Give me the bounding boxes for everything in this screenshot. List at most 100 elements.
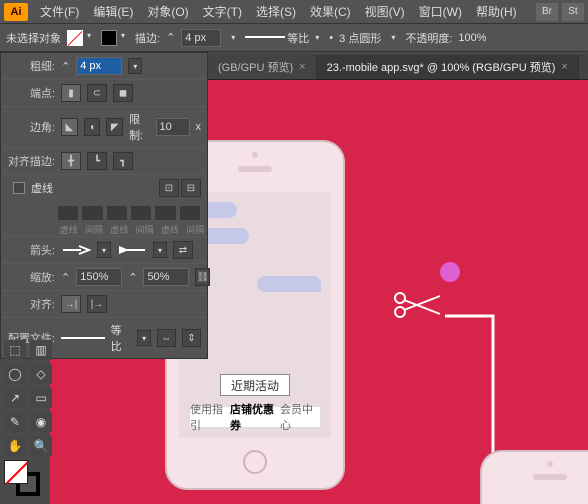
bridge-icon[interactable]: Br (536, 3, 558, 21)
limit-input[interactable] (156, 118, 190, 136)
fill-stroke-indicator[interactable] (4, 460, 44, 500)
arrow-align-end-icon[interactable]: |→ (87, 295, 107, 313)
align-inside-icon[interactable]: ┗ (87, 152, 107, 170)
eyedropper-tool-icon[interactable]: ✎ (4, 412, 26, 432)
dash-preserve-icon[interactable]: ⊡ (159, 179, 179, 197)
chat-bubble (257, 276, 321, 292)
stroke-width-input[interactable] (181, 29, 221, 47)
profile-dd[interactable]: ▾ (137, 330, 150, 346)
menu-effect[interactable]: 效果(C) (304, 1, 357, 22)
opacity-label: 不透明度: (405, 30, 452, 46)
menu-object[interactable]: 对象(O) (141, 1, 194, 22)
cap-square-icon[interactable]: ◼ (113, 84, 133, 102)
type-tool-icon[interactable]: ↗ (4, 388, 26, 408)
scale-stepper[interactable]: ⌃ (61, 271, 70, 284)
home-button-icon (243, 450, 267, 474)
phone-sensor (547, 461, 553, 467)
tab-close-icon[interactable]: × (561, 61, 567, 73)
lasso-tool-icon[interactable]: ◯ (4, 364, 26, 384)
fill-dropdown[interactable]: ▾ (83, 30, 95, 42)
stroke-style-dd[interactable]: ▾ (311, 32, 323, 44)
opacity-value[interactable]: 100% (458, 32, 486, 44)
align-center-icon[interactable]: ╋ (61, 152, 81, 170)
shape-tool-icon[interactable]: ◇ (30, 364, 52, 384)
fill-color-box[interactable] (4, 460, 28, 484)
corner-miter-icon[interactable]: ◣ (61, 118, 78, 136)
nav-coupon[interactable]: 店铺优惠券 (230, 401, 280, 433)
zoom-tool-icon[interactable]: 🔍 (30, 436, 52, 456)
gap-input[interactable] (179, 205, 201, 221)
promo-button[interactable]: 近期活动 (220, 374, 290, 396)
swap-arrows-icon[interactable]: ⇄ (173, 241, 193, 259)
scale-start-input[interactable] (76, 268, 122, 286)
cap-label: 端点: (7, 85, 55, 101)
profile-type: 等比 (111, 322, 132, 354)
scale-end-input[interactable] (143, 268, 189, 286)
anchor-point[interactable] (440, 262, 460, 282)
corner-label: 边角: (7, 119, 55, 135)
gap-input[interactable] (81, 205, 103, 221)
arrow-start-dd[interactable]: ▾ (97, 242, 111, 258)
menu-help[interactable]: 帮助(H) (470, 1, 523, 22)
arrow-align-tip-icon[interactable]: →| (61, 295, 81, 313)
stroke-swatch[interactable] (101, 30, 117, 46)
weight-stepper[interactable]: ⌃ (61, 60, 70, 73)
menu-select[interactable]: 选择(S) (250, 1, 302, 22)
dashed-label: 虚线 (31, 180, 53, 196)
weight-label: 粗细: (7, 58, 55, 74)
control-bar: 未选择对象 ▾ ▾ 描边: ⌃ ▾ 等比 ▾ • 3 点圆形 ▾ 不透明度: 1… (0, 24, 588, 52)
scissors-icon (392, 290, 442, 323)
limit-label: 限制: (129, 111, 149, 143)
app-logo: Ai (4, 3, 28, 21)
dash-input[interactable] (106, 205, 128, 221)
arrow-end-dd[interactable]: ▾ (153, 242, 167, 258)
brush-label[interactable]: 3 点圆形 (339, 30, 381, 46)
nav-member[interactable]: 会员中心 (280, 401, 320, 433)
tab-doc-1[interactable]: (GB/GPU 预览) × (208, 55, 317, 79)
menu-window[interactable]: 窗口(W) (413, 1, 468, 22)
stroke-stepper-down[interactable]: ⌃ (166, 31, 175, 44)
menu-file[interactable]: 文件(F) (34, 1, 85, 22)
align-outside-icon[interactable]: ┓ (113, 152, 133, 170)
stroke-width-dd[interactable]: ▾ (227, 32, 239, 44)
scale-stepper[interactable]: ⌃ (128, 271, 137, 284)
phone-sensor (252, 152, 258, 158)
tab-close-icon[interactable]: × (299, 61, 305, 73)
weight-dd[interactable]: ▾ (128, 58, 142, 74)
graph-tool-icon[interactable]: ⬚ (4, 340, 26, 360)
cap-butt-icon[interactable]: ▮ (61, 84, 81, 102)
nav-guide[interactable]: 使用指引 (190, 401, 230, 433)
brush-dd[interactable]: ▾ (387, 32, 399, 44)
stroke-panel: 粗细: ⌃ ▾ 端点: ▮ ⊂ ◼ 边角: ◣ ◖ ◤ 限制: x 对齐描边: … (0, 52, 208, 359)
phone-speaker (238, 166, 272, 172)
corner-bevel-icon[interactable]: ◤ (106, 118, 123, 136)
align2-label: 对齐: (7, 296, 55, 312)
phone-mockup-2[interactable] (480, 450, 588, 504)
blend-tool-icon[interactable]: ◉ (30, 412, 52, 432)
gap-input[interactable] (130, 205, 152, 221)
brush-bullet: • (329, 32, 333, 44)
menu-type[interactable]: 文字(T) (197, 1, 248, 22)
cap-round-icon[interactable]: ⊂ (87, 84, 107, 102)
dash-input[interactable] (154, 205, 176, 221)
dash-input[interactable] (57, 205, 79, 221)
bottom-nav: 使用指引 店铺优惠券 会员中心 (189, 406, 321, 428)
limit-suffix: x (196, 121, 202, 133)
link-scale-icon[interactable]: ⛓ (195, 268, 210, 286)
corner-round-icon[interactable]: ◖ (84, 118, 101, 136)
fill-swatch-none[interactable] (67, 30, 83, 46)
stroke-dropdown[interactable]: ▾ (117, 30, 129, 42)
weight-input[interactable] (76, 57, 122, 75)
gradient-tool-icon[interactable]: ▭ (30, 388, 52, 408)
menu-view[interactable]: 视图(V) (359, 1, 411, 22)
dashed-checkbox[interactable] (13, 182, 25, 194)
hand-tool-icon[interactable]: ✋ (4, 436, 26, 456)
stock-icon[interactable]: St (562, 3, 584, 21)
flip-along-icon[interactable]: ⇔ (157, 329, 176, 347)
flip-across-icon[interactable]: ⇕ (182, 329, 201, 347)
tab-doc-2[interactable]: 23.-mobile app.svg* @ 100% (RGB/GPU 预览) … (317, 55, 579, 79)
dash-align-icon[interactable]: ⊟ (181, 179, 201, 197)
menu-edit[interactable]: 编辑(E) (87, 1, 139, 22)
column-graph-icon[interactable]: ▥ (30, 340, 52, 360)
tool-stack: ⬚ ▥ ◯ ◇ ↗ ▭ ✎ ◉ ✋ 🔍 (4, 340, 52, 456)
